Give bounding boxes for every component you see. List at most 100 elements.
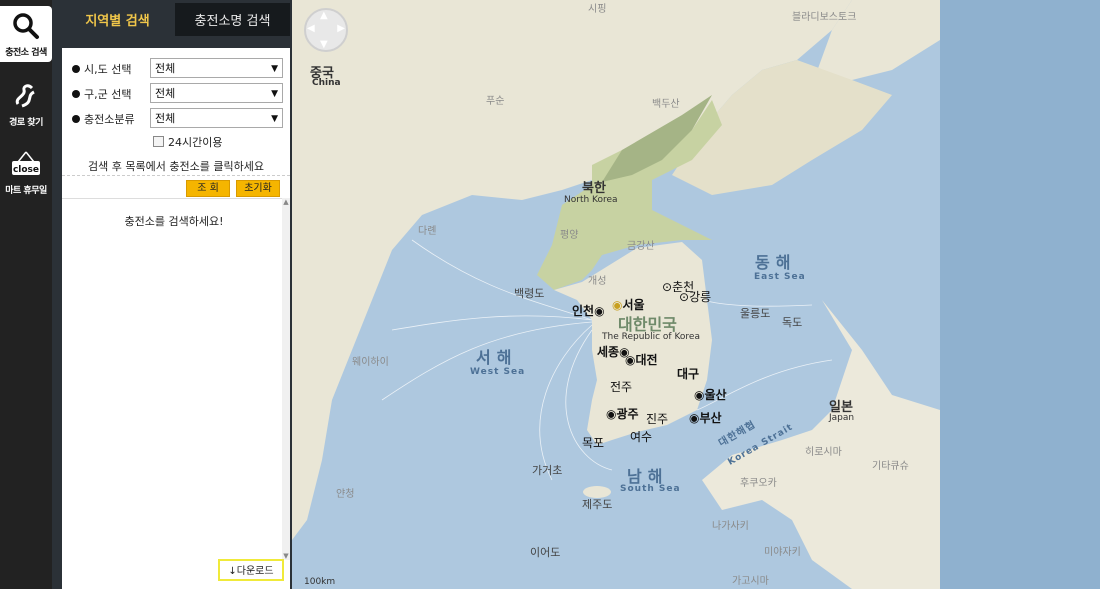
search-button[interactable]: 조 회 [186,180,230,197]
city-busan: ◉부산 [689,411,722,425]
type-label: 충전소분류 [84,113,135,126]
reef-gageocho: 가거초 [532,464,563,477]
sido-row: 시,도 선택 전체 ▼ [62,58,290,80]
city-marker-icon: ◉ [606,407,617,421]
map-label-east-sea-en: East Sea [754,272,806,282]
route-icon [15,84,35,108]
search-panel: 지역별 검색 충전소명 검색 시,도 선택 전체 ▼ 구,군 선택 전체 ▼ 충전소… [52,0,292,589]
search-tabs: 지역별 검색 충전소명 검색 [60,3,290,36]
city-yeosu: 여수 [630,430,653,444]
bullet [72,65,80,73]
bullet [72,115,80,123]
city-jinju: 진주 [646,412,669,426]
rail-label: 마트 휴무일 [5,186,47,196]
allday-checkbox-row[interactable]: 24시간이용 [153,134,222,150]
city-marker-icon: ◉ [689,411,700,425]
chevron-down-icon: ▼ [271,64,278,74]
city-ulsan: ◉울산 [694,388,727,402]
gugun-row: 구,군 선택 전체 ▼ [62,83,290,105]
city-hiroshima: 히로시마 [805,447,842,458]
map-label-japan-en: Japan [829,413,855,423]
pan-up-icon[interactable]: ▲ [320,10,328,21]
city-kaesong: 개성 [588,276,607,287]
station-list: 충전소를 검색하세요! [62,198,286,561]
city-pyongyang: 평양 [560,230,579,241]
city-marker-icon: ◉ [594,304,605,318]
bullet [72,90,80,98]
search-hint: 검색 후 목록에서 충전소를 클릭하세요 [88,160,264,173]
map-pan-control[interactable]: ▲ ▼ ◀ ▶ [304,8,348,52]
close-sign-icon: close [12,151,40,175]
peak-baekdusan: 백두산 [652,99,680,110]
city-nagasaki: 나가사키 [712,521,749,532]
reef-ieodo: 이어도 [530,546,561,559]
city-vladivostok: 블라디보스토크 [792,12,857,23]
island-jeju: 제주도 [582,498,613,511]
city-daejeon: ◉대전 [625,353,658,367]
left-rail: 충전소 검색 경로 찾기 close 마트 휴무일 [0,0,52,589]
rail-label: 충전소 검색 [5,48,47,58]
rail-item-route[interactable]: 경로 찾기 [0,82,52,132]
rail-item-mart-holiday[interactable]: close 마트 휴무일 [0,150,52,200]
city-incheon: 인천◉ [572,304,605,318]
map-label-china-en: China [312,78,341,88]
city-marker-icon: ⊙ [679,290,690,304]
city-gangneung: ⊙강릉 [679,290,712,304]
type-row: 충전소분류 전체 ▼ [62,108,290,130]
sido-label: 시,도 선택 [84,63,132,76]
city-mokpo: 목포 [582,436,605,450]
tab-region-search[interactable]: 지역별 검색 [60,3,175,36]
city-marker-icon: ⊙ [662,280,673,294]
download-button[interactable]: ↓다운로드 [218,559,284,581]
island-baengnyeong: 백령도 [514,287,545,300]
city-fusun: 푸순 [486,96,505,107]
sido-select[interactable]: 전체 ▼ [150,58,283,78]
gugun-select[interactable]: 전체 ▼ [150,83,283,103]
type-value: 전체 [155,112,176,125]
pan-down-icon[interactable]: ▼ [320,39,328,50]
rail-label: 경로 찾기 [9,118,43,128]
map-label-south-korea-en: The Republic of Korea [602,332,700,342]
search-icon [13,13,39,39]
city-gwangju: ◉광주 [606,407,639,421]
allday-checkbox[interactable] [153,136,164,147]
pan-right-icon[interactable]: ▶ [337,23,345,34]
type-select[interactable]: 전체 ▼ [150,108,283,128]
city-siping: 시핑 [588,4,607,15]
empty-list-message: 충전소를 검색하세요! [124,215,224,228]
pan-left-icon[interactable]: ◀ [307,23,315,34]
city-marker-icon: ◉ [625,353,636,367]
map-scale: 100km [304,577,336,587]
city-kitakyushu: 기타큐슈 [872,461,909,472]
city-dalian: 다롄 [418,226,437,237]
map-label-east-sea: 동해 [755,253,797,272]
reset-button[interactable]: 초기화 [236,180,280,197]
city-weihai: 웨이하이 [352,357,389,368]
download-label: 다운로드 [236,566,274,577]
city-kagoshima: 가고시마 [732,576,769,587]
city-miyazaki: 미야자키 [764,547,801,558]
city-jeonju: 전주 [610,380,633,394]
city-seoul: ◉서울 [612,298,645,312]
sido-value: 전체 [155,62,176,75]
map-label-south-sea-en: South Sea [620,484,681,494]
download-icon: ↓ [228,566,237,577]
city-marker-icon: ◉ [694,388,705,402]
tab-station-name-search[interactable]: 충전소명 검색 [175,3,290,36]
divider [62,175,290,176]
city-fukuoka: 후쿠오카 [740,478,777,489]
rail-item-station-search[interactable]: 충전소 검색 [0,6,52,62]
close-badge-text: close [13,165,39,175]
chevron-down-icon: ▼ [271,89,278,99]
chevron-down-icon: ▼ [271,114,278,124]
gugun-value: 전체 [155,87,176,100]
map-label-north-korea-en: North Korea [564,195,618,205]
gugun-label: 구,군 선택 [84,88,132,101]
map-view[interactable]: ▲ ▼ ◀ ▶ 중국 China 북한 North Korea 대한민국 The… [292,0,1100,589]
allday-label: 24시간이용 [168,136,223,149]
island-dokdo: 독도 [782,316,803,329]
city-daegu: 대구 [677,367,700,381]
city-marker-icon: ◉ [612,298,623,312]
scroll-up-icon[interactable]: ▲ [282,198,290,206]
list-scrollbar[interactable]: ▲ ▼ [282,198,290,560]
